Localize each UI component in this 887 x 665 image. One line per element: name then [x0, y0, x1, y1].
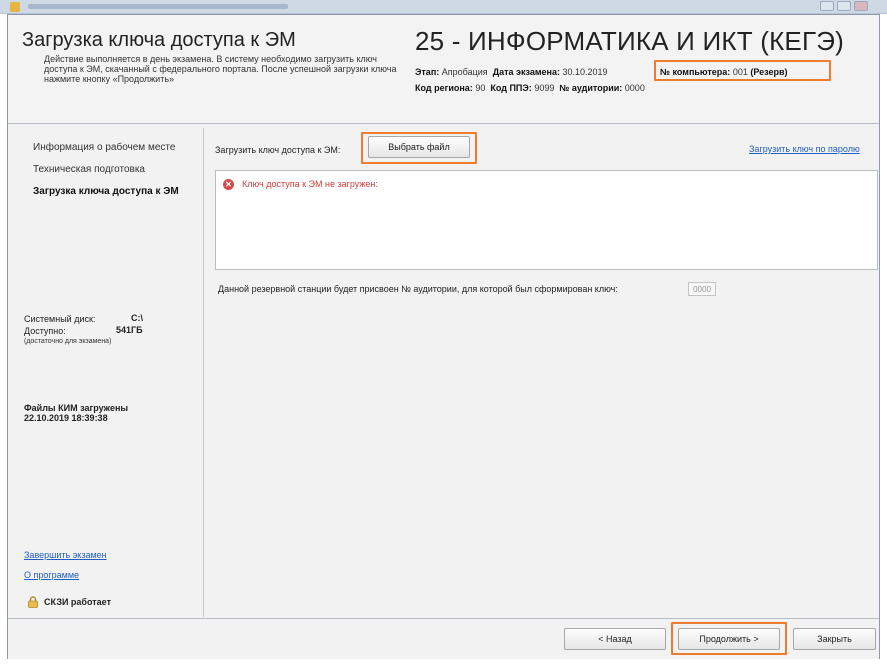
stage-info: Этап: Апробация Дата экзамена: 30.10.201… [415, 67, 608, 77]
skzi-status: СКЗИ работает [44, 597, 111, 607]
computer-value: 001 [732, 67, 748, 77]
region-value: 90 [475, 83, 486, 93]
reserve-station-note: Данной резервной станции будет присвоен … [218, 284, 618, 294]
lock-icon [28, 595, 38, 608]
window-title-blurred [28, 4, 288, 9]
stage-label: Этап: [415, 67, 440, 77]
error-message: Ключ доступа к ЭМ не загружен: [242, 179, 378, 189]
continue-button[interactable]: Продолжить > [678, 628, 780, 650]
exam-date-value: 30.10.2019 [562, 67, 608, 77]
kim-files-status: Файлы КИМ загружены [24, 403, 129, 413]
app-icon [10, 2, 20, 12]
page-description: Действие выполняется в день экзамена. В … [44, 54, 397, 84]
page-title: Загрузка ключа доступа к ЭМ [22, 29, 296, 51]
back-button[interactable]: < Назад [564, 628, 666, 650]
sidebar-item-load-key[interactable]: Загрузка ключа доступа к ЭМ [33, 186, 179, 197]
close-button[interactable]: Закрыть [793, 628, 876, 650]
free-space-note: (достаточно для экзамена) [24, 338, 112, 345]
room-value: 0000 [624, 83, 645, 93]
exam-title: 25 - ИНФОРМАТИКА И ИКТ (КЕГЭ) [415, 26, 844, 56]
exam-date-label: Дата экзамена: [492, 67, 560, 77]
computer-label: № компьютера: [660, 67, 731, 77]
codes-info: Код региона: 90 Код ППЭ: 9099 № аудитори… [415, 83, 645, 93]
close-window-button[interactable] [854, 1, 868, 11]
message-box: ✕ Ключ доступа к ЭМ не загружен: [215, 170, 878, 270]
ppe-label: Код ППЭ: [490, 83, 532, 93]
ppe-value: 9099 [534, 83, 555, 93]
sidebar [17, 128, 204, 617]
sidebar-item-technical-prep[interactable]: Техническая подготовка [33, 164, 145, 175]
region-label: Код региона: [415, 83, 473, 93]
error-icon: ✕ [223, 179, 234, 190]
load-key-label: Загрузить ключ доступа к ЭМ: [215, 145, 341, 155]
free-space-value: 541ГБ [116, 325, 143, 335]
about-link[interactable]: О программе [24, 570, 79, 580]
free-space-label: Доступно: [24, 326, 66, 336]
stage-value: Апробация [441, 67, 488, 77]
window-titlebar [0, 0, 887, 14]
room-number-field: 0000 [688, 282, 716, 296]
room-label: № аудитории: [559, 83, 623, 93]
maximize-button[interactable] [837, 1, 851, 11]
computer-role: (Резерв) [750, 67, 788, 77]
computer-info: № компьютера: 001 (Резерв) [660, 67, 788, 77]
system-disk-value: C:\ [131, 313, 143, 323]
system-disk-label: Системный диск: [24, 314, 96, 324]
sidebar-item-workplace-info[interactable]: Информация о рабочем месте [33, 142, 175, 153]
finish-exam-link[interactable]: Завершить экзамен [24, 550, 107, 560]
minimize-button[interactable] [820, 1, 834, 11]
kim-files-datetime: 22.10.2019 18:39:38 [24, 413, 108, 423]
load-key-by-password-link[interactable]: Загрузить ключ по паролю [749, 144, 860, 154]
choose-file-button[interactable]: Выбрать файл [368, 136, 470, 158]
